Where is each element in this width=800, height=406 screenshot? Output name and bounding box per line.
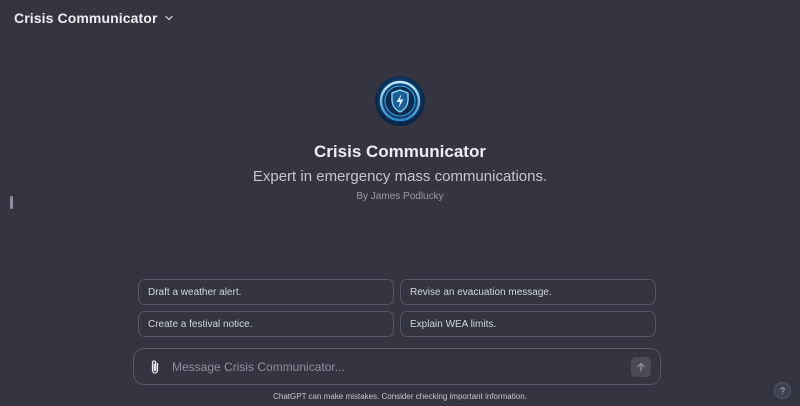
message-input[interactable] (172, 359, 631, 374)
suggestion-evacuation-message[interactable]: Revise an evacuation message. (400, 279, 656, 305)
gpt-author: By James Podlucky (356, 191, 444, 202)
gpt-name: Crisis Communicator (314, 142, 486, 161)
paperclip-icon[interactable] (147, 359, 163, 375)
message-composer (133, 348, 661, 385)
chat-page: Crisis Communicator Crisis Communicator … (0, 0, 800, 406)
send-button[interactable] (631, 356, 651, 377)
gpt-description: Expert in emergency mass communications. (252, 168, 548, 185)
shield-icon (375, 76, 425, 126)
suggestion-festival-notice[interactable]: Create a festival notice. (138, 311, 394, 337)
suggestion-wea-limits[interactable]: Explain WEA limits. (400, 311, 656, 337)
suggestion-grid: Draft a weather alert. Revise an evacuat… (138, 279, 656, 337)
arrow-up-icon (637, 362, 645, 371)
chevron-down-icon (164, 13, 174, 23)
gpt-intro: Crisis Communicator Expert in emergency … (0, 76, 800, 202)
header-title: Crisis Communicator (14, 10, 158, 26)
help-button[interactable]: ? (774, 382, 791, 399)
disclaimer-text: ChatGPT can make mistakes. Consider chec… (273, 392, 527, 401)
gpt-avatar (375, 76, 425, 126)
suggestion-weather-alert[interactable]: Draft a weather alert. (138, 279, 394, 305)
gpt-selector[interactable]: Crisis Communicator (14, 8, 174, 28)
